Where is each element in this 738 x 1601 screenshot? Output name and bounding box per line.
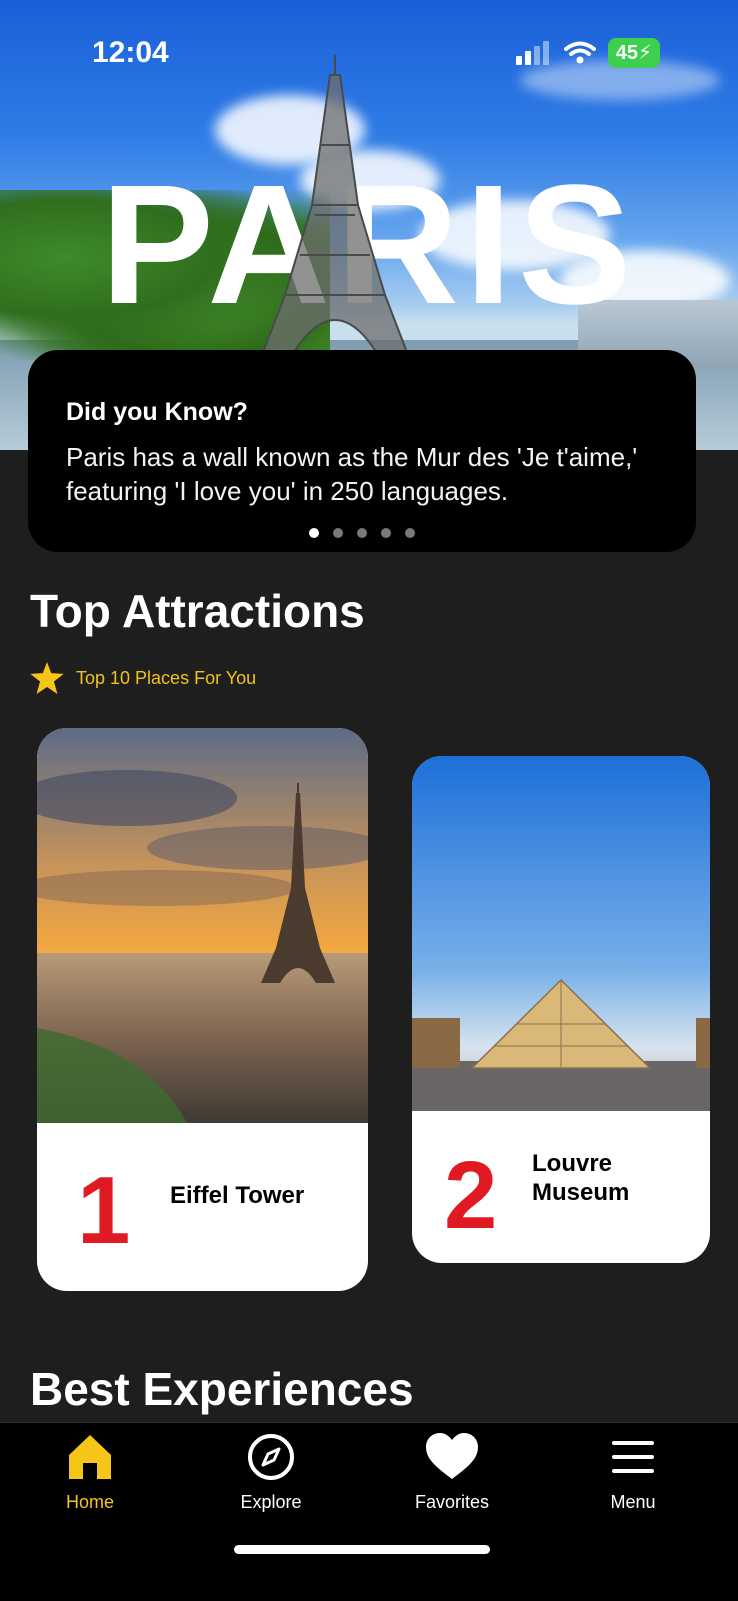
page-dot[interactable] (309, 528, 319, 538)
status-icons: 45⚡ (515, 38, 660, 68)
star-icon (30, 662, 64, 694)
fact-title: Did you Know? (66, 398, 248, 426)
eiffel-tower-illustration (260, 55, 410, 355)
page-dot[interactable] (357, 528, 367, 538)
rank-number: 2 (444, 1142, 498, 1249)
signal-icon (515, 41, 549, 65)
menu-icon (612, 1441, 654, 1473)
charging-icon: ⚡ (637, 42, 652, 64)
page-dot[interactable] (405, 528, 415, 538)
tab-home[interactable]: Home (30, 1433, 150, 1513)
status-time: 12:04 (92, 36, 169, 69)
home-indicator[interactable] (234, 1545, 490, 1554)
attraction-card-louvre-museum[interactable]: 2 Louvre Museum (412, 756, 710, 1263)
louvre-museum-photo (412, 756, 710, 1111)
page-dot[interactable] (333, 528, 343, 538)
attraction-name: Eiffel Tower (170, 1182, 305, 1209)
compass-icon (248, 1434, 294, 1480)
tab-menu[interactable]: Menu (573, 1433, 693, 1513)
subtitle-text: Top 10 Places For You (76, 667, 257, 688)
fact-card[interactable]: Did you Know? Paris has a wall known as … (28, 350, 696, 552)
battery-indicator: 45⚡ (607, 38, 660, 68)
rank-number: 1 (77, 1157, 131, 1264)
tab-bar: Home Explore Favorites Menu (0, 1422, 738, 1601)
attraction-name: Louvre Museum (532, 1150, 630, 1206)
eiffel-tower-photo (37, 728, 368, 1123)
tab-favorites[interactable]: Favorites (392, 1433, 512, 1513)
section-title-best-experiences: Best Experiences (30, 1363, 414, 1415)
page-indicator[interactable] (28, 528, 696, 538)
fact-text: Paris has a wall known as the Mur des 'J… (66, 442, 638, 506)
heart-icon (426, 1433, 478, 1479)
home-icon (69, 1435, 111, 1479)
wifi-icon (563, 41, 596, 64)
section-title-top-attractions: Top Attractions (30, 585, 365, 637)
page-dot[interactable] (381, 528, 391, 538)
top-places-subtitle: Top 10 Places For You (30, 662, 256, 694)
tab-explore[interactable]: Explore (211, 1433, 331, 1513)
attraction-card-eiffel-tower[interactable]: 1 Eiffel Tower (37, 728, 368, 1291)
